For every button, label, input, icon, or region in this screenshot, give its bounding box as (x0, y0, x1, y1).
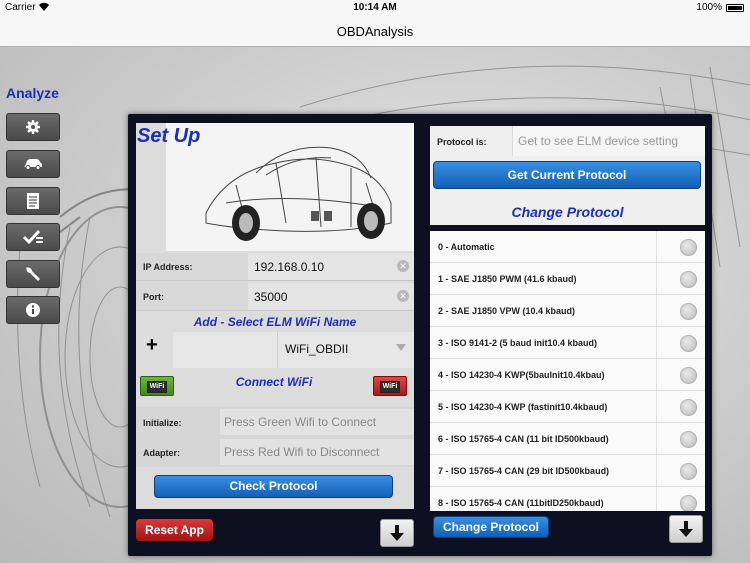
protocol-item-label: 5 - ISO 14230-4 KWP (fastinit10.4kbaud) (438, 402, 608, 412)
port-value: 35000 (254, 290, 288, 304)
port-row: Port: 35000 ✕ (136, 283, 414, 311)
protocol-radio[interactable] (680, 399, 697, 416)
protocol-label: Protocol is: (437, 137, 487, 147)
setup-title: Set Up (137, 125, 201, 147)
wifi-name-select[interactable]: WiFi_OBDII (277, 332, 414, 368)
protocol-radio[interactable] (680, 239, 697, 256)
list-item[interactable]: 0 - Automatic (430, 231, 705, 263)
sidebar-checklist-button[interactable] (6, 223, 60, 251)
sidebar-report-button[interactable] (6, 187, 60, 215)
wifi-section-title: Add - Select ELM WiFi Name (193, 315, 357, 329)
divider (656, 359, 657, 390)
initialize-field[interactable]: Press Green Wifi to Connect (220, 409, 414, 435)
status-bar: Carrier 10:14 AM 100% (0, 0, 750, 16)
battery-percent: 100% (696, 2, 722, 13)
port-field[interactable]: 35000 ✕ (248, 283, 414, 310)
connect-wifi-title: Connect WiFi (235, 375, 313, 389)
reset-app-button[interactable]: Reset App (136, 519, 213, 541)
protocol-item-label: 2 - SAE J1850 VPW (10.4 kbaud) (438, 306, 576, 316)
protocol-radio[interactable] (680, 303, 697, 320)
list-item[interactable]: 2 - SAE J1850 VPW (10.4 kbaud) (430, 295, 705, 327)
car-icon (24, 159, 42, 170)
wifi-connect-icon: WiFi (146, 381, 168, 393)
list-item[interactable]: 3 - ISO 9141-2 (5 baud init10.4 kbaud) (430, 327, 705, 359)
adapter-field[interactable]: Press Red Wifi to Disconnect (220, 439, 414, 465)
wifi-disconnect-icon: WiFi (379, 381, 401, 393)
sidebar-info-button[interactable] (6, 296, 60, 324)
protocol-item-label: 6 - ISO 15765-4 CAN (11 bit ID500kbaud) (438, 434, 609, 444)
sports-car-icon (205, 146, 392, 241)
protocol-radio[interactable] (680, 463, 697, 480)
adapter-row: Adapter: Press Red Wifi to Disconnect (136, 437, 414, 467)
list-item[interactable]: 5 - ISO 14230-4 KWP (fastinit10.4kbaud) (430, 391, 705, 423)
wrench-icon (26, 267, 40, 281)
protocol-item-label: 0 - Automatic (438, 242, 495, 252)
change-protocol-button[interactable]: Change Protocol (433, 516, 549, 538)
divider (656, 487, 657, 511)
clear-ip-icon[interactable]: ✕ (397, 260, 409, 272)
protocol-scroll-down-button[interactable] (669, 515, 703, 543)
connect-wifi-button[interactable]: WiFi (140, 376, 174, 396)
battery-icon (726, 4, 744, 12)
divider (656, 295, 657, 326)
list-item[interactable]: 8 - ISO 15765-4 CAN (11bitID250kbaud) (430, 487, 705, 511)
divider (656, 391, 657, 422)
list-item[interactable]: 7 - ISO 15765-4 CAN (29 bit ID500kbaud) (430, 455, 705, 487)
clear-port-icon[interactable]: ✕ (397, 290, 409, 302)
list-item[interactable]: 1 - SAE J1850 PWM (41.6 kbaud) (430, 263, 705, 295)
protocol-list: 0 - Automatic 1 - SAE J1850 PWM (41.6 kb… (430, 231, 705, 511)
get-current-protocol-button[interactable]: Get Current Protocol (433, 161, 701, 189)
sidebar-vehicle-button[interactable] (6, 150, 60, 178)
disconnect-wifi-button[interactable]: WiFi (373, 376, 407, 396)
sidebar-title: Analyze (6, 85, 59, 101)
arrow-down-icon (679, 521, 693, 537)
car-wireframe-image (166, 123, 414, 251)
document-icon (27, 193, 39, 209)
divider (656, 423, 657, 454)
checklist-icon (22, 229, 43, 245)
list-item[interactable]: 4 - ISO 14230-4 KWP(5baulnit10.4kbau) (430, 359, 705, 391)
ip-address-label: IP Address: (143, 262, 193, 272)
change-protocol-title: Change Protocol (511, 204, 624, 220)
ip-address-value: 192.168.0.10 (254, 260, 325, 274)
divider (656, 231, 657, 262)
chevron-down-icon (396, 344, 406, 351)
arrow-down-icon (390, 525, 404, 541)
divider (656, 263, 657, 294)
port-label: Port: (143, 292, 164, 302)
nav-bar: OBDAnalysis (0, 16, 750, 47)
protocol-radio[interactable] (680, 431, 697, 448)
protocol-item-label: 1 - SAE J1850 PWM (41.6 kbaud) (438, 274, 577, 284)
initialize-row: Initialize: Press Green Wifi to Connect (136, 407, 414, 437)
protocol-field[interactable]: Get to see ELM device setting (512, 126, 705, 156)
ip-address-field[interactable]: 192.168.0.10 ✕ (248, 253, 414, 280)
check-protocol-button[interactable]: Check Protocol (154, 475, 393, 498)
protocol-item-label: 3 - ISO 9141-2 (5 baud init10.4 kbaud) (438, 338, 598, 348)
initialize-label: Initialize: (143, 418, 182, 428)
protocol-item-label: 4 - ISO 14230-4 KWP(5baulnit10.4kbau) (438, 370, 605, 380)
protocol-radio[interactable] (680, 367, 697, 384)
setup-scroll-down-button[interactable] (380, 519, 414, 547)
gear-icon (26, 120, 40, 134)
protocol-radio[interactable] (680, 495, 697, 511)
divider (656, 455, 657, 486)
ip-address-row: IP Address: 192.168.0.10 ✕ (136, 253, 414, 281)
protocol-radio[interactable] (680, 271, 697, 288)
nav-title: OBDAnalysis (336, 24, 414, 39)
list-item[interactable]: 6 - ISO 15765-4 CAN (11 bit ID500kbaud) (430, 423, 705, 455)
add-wifi-button[interactable]: + (146, 334, 158, 357)
sidebar-settings-button[interactable] (6, 113, 60, 141)
protocol-radio[interactable] (680, 335, 697, 352)
protocol-item-label: 7 - ISO 15765-4 CAN (29 bit ID500kbaud) (438, 466, 610, 476)
divider (656, 327, 657, 358)
sidebar-tools-button[interactable] (6, 260, 60, 288)
info-icon (26, 303, 40, 317)
clock: 10:14 AM (353, 2, 397, 13)
wifi-name-input[interactable] (173, 332, 277, 368)
protocol-item-label: 8 - ISO 15765-4 CAN (11bitID250kbaud) (438, 498, 604, 508)
wifi-selected-value: WiFi_OBDII (285, 342, 349, 356)
adapter-label: Adapter: (143, 448, 181, 458)
